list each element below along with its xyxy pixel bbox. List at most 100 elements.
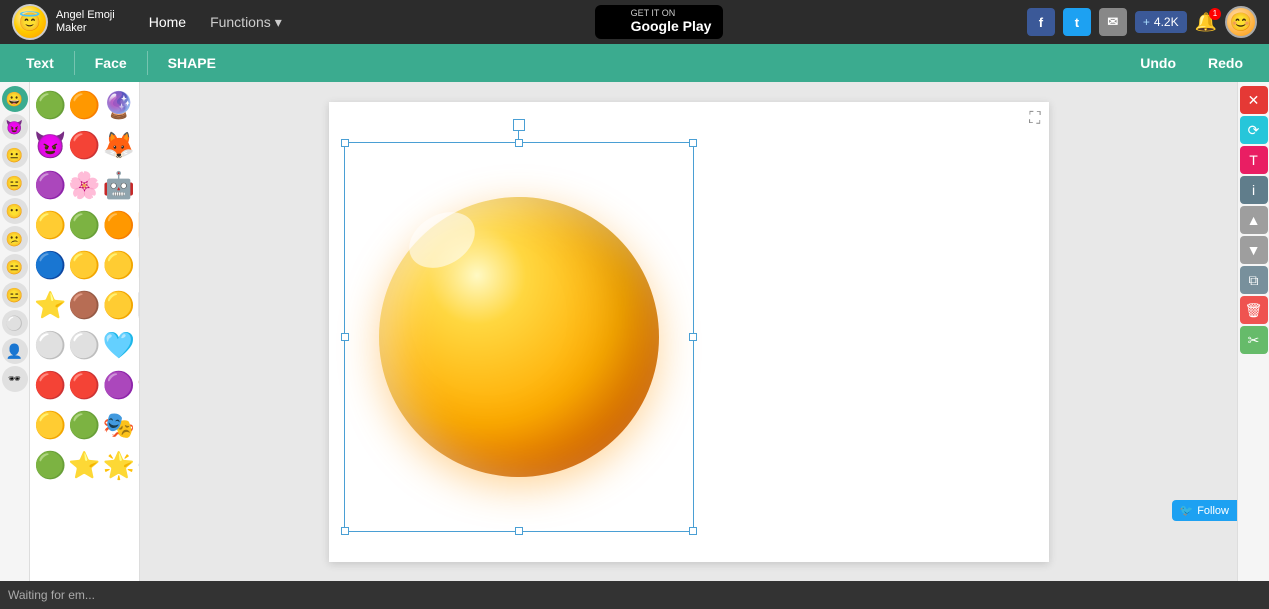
shape-orange4[interactable]: 🟠 xyxy=(103,206,135,244)
move-down-button[interactable]: ▼ xyxy=(1240,236,1268,264)
shape-bronze[interactable]: 🟤 xyxy=(68,286,100,324)
google-play-button[interactable]: ▶ GET IT ON Google Play xyxy=(595,5,723,38)
user-avatar[interactable]: 😊 xyxy=(1225,6,1257,38)
shape-purple-circle[interactable]: 🟣 xyxy=(137,86,139,124)
close-button[interactable]: ✕ xyxy=(1240,86,1268,114)
handle-top-left[interactable] xyxy=(341,139,349,147)
status-text: Waiting for em... xyxy=(8,588,95,602)
shape-robot[interactable]: 🤖 xyxy=(103,166,135,204)
shape-lavender[interactable]: 🟣 xyxy=(34,166,66,204)
dropdown-arrow-icon: ▾ xyxy=(275,14,282,31)
shape-yellow4[interactable]: 🟡 xyxy=(137,326,139,364)
notification-bell[interactable]: 🔔 1 xyxy=(1195,12,1217,33)
status-bar: Waiting for em... xyxy=(0,581,1269,609)
shape-lime2[interactable]: 🟢 xyxy=(34,446,66,484)
shape-blue2[interactable]: 🔵 xyxy=(34,246,66,284)
shape-yellow-face[interactable]: 🟡 xyxy=(34,406,66,444)
shape-green3[interactable]: 🟢 xyxy=(68,406,100,444)
shape-green2[interactable]: 🟢 xyxy=(68,206,100,244)
face-item-7[interactable]: 😑 xyxy=(2,254,28,280)
follow-button[interactable]: 🐦 Follow xyxy=(1172,500,1238,521)
shape-gray2[interactable]: ⚪ xyxy=(68,326,100,364)
face-item-4[interactable]: 😑 xyxy=(2,170,28,196)
shape-devil[interactable]: 😈 xyxy=(34,126,66,164)
shape-fox[interactable]: 🦊 xyxy=(103,126,135,164)
handle-mid-left[interactable] xyxy=(341,333,349,341)
nav-functions[interactable]: Functions ▾ xyxy=(200,10,292,35)
face-item-3[interactable]: 😐 xyxy=(2,142,28,168)
logo-area[interactable]: 😇 Angel Emoji Maker xyxy=(12,4,115,40)
shape-teal[interactable]: 🩵 xyxy=(103,326,135,364)
shape-pink-circle[interactable]: 🔮 xyxy=(103,86,135,124)
face-item-10[interactable]: 👤 xyxy=(2,338,28,364)
shape-orange-circle[interactable]: 🟠 xyxy=(68,86,100,124)
shape-red2[interactable]: 🔴 xyxy=(68,366,100,404)
canvas-container: ⛶ xyxy=(329,102,1049,562)
canvas-emoji[interactable] xyxy=(359,157,679,517)
shape-orange2[interactable]: 🟠 xyxy=(137,126,139,164)
handle-bottom-right[interactable] xyxy=(689,527,697,535)
face-item-9[interactable]: ⚪ xyxy=(2,310,28,336)
toolbar-undo-button[interactable]: Undo xyxy=(1124,51,1192,75)
toolbar-shape-button[interactable]: SHAPE xyxy=(152,51,232,75)
shape-yellow[interactable]: 🟡 xyxy=(34,206,66,244)
face-item-1[interactable]: 😀 xyxy=(2,86,28,112)
info-button[interactable]: i xyxy=(1240,176,1268,204)
toolbar-redo-button[interactable]: Redo xyxy=(1192,51,1259,75)
logo-text: Angel Emoji Maker xyxy=(56,9,115,35)
nav-right: f t ✉ + 4.2K 🔔 1 😊 xyxy=(1027,6,1257,38)
like-button[interactable]: + 4.2K xyxy=(1135,11,1187,33)
toolbar-text-button[interactable]: Text xyxy=(10,51,70,75)
shape-blue4[interactable]: 🔵 xyxy=(137,446,139,484)
handle-top-right[interactable] xyxy=(689,139,697,147)
shape-black[interactable]: ⬛ xyxy=(137,286,139,324)
shape-amber[interactable]: 🟡 xyxy=(103,286,135,324)
shape-gray1[interactable]: ⚪ xyxy=(34,326,66,364)
shape-row-10: 🟢 ⭐ 🌟 🔵 🔵 ⚪ xyxy=(34,446,135,484)
handle-mid-right[interactable] xyxy=(689,333,697,341)
google-play-text: GET IT ON Google Play xyxy=(631,9,712,34)
delete-button[interactable]: 🗑 xyxy=(1240,296,1268,324)
shape-face2[interactable]: 🎭 xyxy=(103,406,135,444)
mail-button[interactable]: ✉ xyxy=(1099,8,1127,36)
shape-row-7: ⚪ ⚪ 🩵 🟡 🟣 xyxy=(34,326,135,364)
shape-star2[interactable]: ⭐ xyxy=(68,446,100,484)
nav-center: ▶ GET IT ON Google Play xyxy=(308,5,1011,38)
twitter-button[interactable]: t xyxy=(1063,8,1091,36)
face-item-11[interactable]: 🕶 xyxy=(2,366,28,392)
handle-bottom-left[interactable] xyxy=(341,527,349,535)
face-item-8[interactable]: 😑 xyxy=(2,282,28,308)
shape-maroon[interactable]: 🟣 xyxy=(103,366,135,404)
shape-row-1: 🟢 🟠 🔮 🟣 🔵 🟡 xyxy=(34,86,135,124)
shape-row-2: 😈 🔴 🦊 🟠 🟠 ⭐ xyxy=(34,126,135,164)
move-up-button[interactable]: ▲ xyxy=(1240,206,1268,234)
shape-magenta[interactable]: 🔴 xyxy=(68,126,100,164)
shape-lime[interactable]: 🟢 xyxy=(137,166,139,204)
shape-star-yellow[interactable]: ⭐ xyxy=(34,286,66,324)
rotate-handle[interactable] xyxy=(513,119,525,131)
nav-home[interactable]: Home xyxy=(139,10,196,34)
shape-yellow2[interactable]: 🟡 xyxy=(68,246,100,284)
facebook-button[interactable]: f xyxy=(1027,8,1055,36)
link-button[interactable]: ✂ xyxy=(1240,326,1268,354)
shape-row-8: 🔴 🔴 🟣 🎨 🟡 xyxy=(34,366,135,404)
shape-red1[interactable]: 🔴 xyxy=(34,366,66,404)
shape-green-circle[interactable]: 🟢 xyxy=(34,86,66,124)
shape-yellow6[interactable]: 🟡 xyxy=(137,406,139,444)
handle-top-center[interactable] xyxy=(515,139,523,147)
copy-button[interactable]: ⧉ xyxy=(1240,266,1268,294)
shape-flower[interactable]: 🌸 xyxy=(68,166,100,204)
face-item-5[interactable]: 😶 xyxy=(2,198,28,224)
face-item-2[interactable]: 😈 xyxy=(2,114,28,140)
shape-sq-white[interactable]: ⬜ xyxy=(137,246,139,284)
shape-star-pink2[interactable]: 🌟 xyxy=(103,446,135,484)
toolbar-face-button[interactable]: Face xyxy=(79,51,143,75)
shape-yellow3[interactable]: 🟡 xyxy=(103,246,135,284)
text-tool-button[interactable]: T xyxy=(1240,146,1268,174)
handle-bottom-center[interactable] xyxy=(515,527,523,535)
shape-tie-dye[interactable]: 🎨 xyxy=(137,366,139,404)
expand-icon[interactable]: ⛶ xyxy=(1029,110,1040,128)
face-item-6[interactable]: 😕 xyxy=(2,226,28,252)
shape-square-yellow[interactable]: 🟧 xyxy=(137,206,139,244)
refresh-button[interactable]: ⟳ xyxy=(1240,116,1268,144)
